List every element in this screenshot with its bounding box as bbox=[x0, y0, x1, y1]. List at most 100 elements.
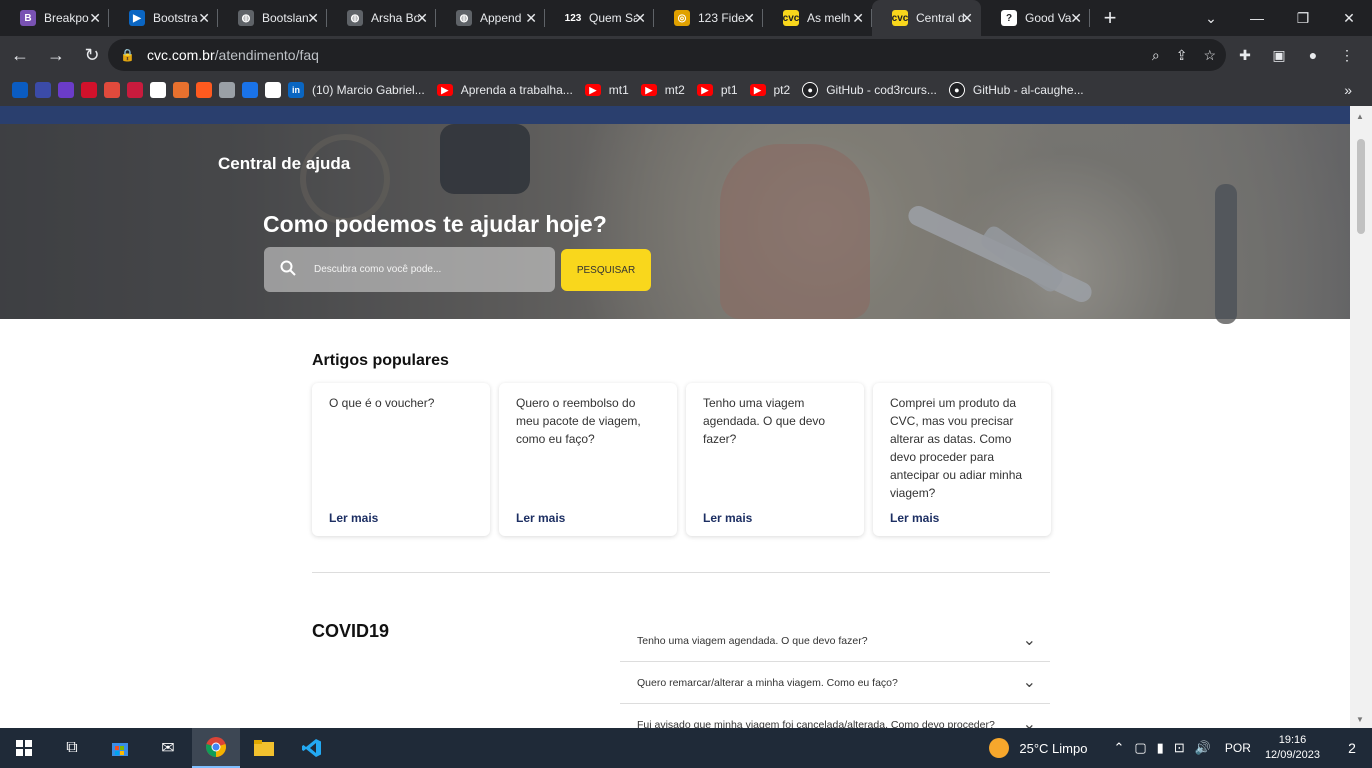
share-icon[interactable]: ⇪ bbox=[1176, 47, 1188, 64]
browser-tab[interactable]: ◍ Bootslan ✕ bbox=[218, 0, 327, 36]
bookmark-item[interactable] bbox=[12, 82, 28, 98]
menu-icon[interactable]: ⋮ bbox=[1334, 39, 1360, 71]
start-icon[interactable] bbox=[0, 728, 48, 768]
read-more-link[interactable]: Ler mais bbox=[890, 511, 939, 525]
browser-tab[interactable]: ◍ Arsha Bo ✕ bbox=[327, 0, 436, 36]
chevron-down-icon[interactable]: ⌄ bbox=[1023, 630, 1036, 650]
mail-icon[interactable]: ✉ bbox=[144, 728, 192, 768]
profile-icon[interactable]: ● bbox=[1300, 39, 1326, 71]
address-bar[interactable]: 🔒 cvc.com.br/atendimento/faq ⌕ ⇪ ☆ bbox=[108, 39, 1226, 71]
new-tab-button[interactable]: + bbox=[1090, 0, 1130, 36]
network-icon[interactable]: ⊡ bbox=[1174, 740, 1185, 756]
clock[interactable]: 19:16 12/09/2023 bbox=[1265, 733, 1320, 763]
article-card[interactable]: O que é o voucher? Ler mais bbox=[312, 383, 490, 536]
reload-button[interactable]: ↻ bbox=[76, 39, 108, 71]
weather-widget[interactable]: 25°C Limpo bbox=[989, 738, 1087, 758]
back-button[interactable]: ← bbox=[4, 39, 36, 71]
close-window-button[interactable]: ✕ bbox=[1326, 0, 1372, 36]
read-more-link[interactable]: Ler mais bbox=[329, 511, 378, 525]
meet-icon[interactable]: ▢ bbox=[1134, 740, 1146, 756]
scrollbar-thumb[interactable] bbox=[1357, 139, 1365, 234]
bookmark-item[interactable]: in (10) Marcio Gabriel... bbox=[288, 82, 425, 98]
tab-close-icon[interactable]: ✕ bbox=[416, 10, 428, 27]
chevron-up-icon[interactable]: ⌃ bbox=[1113, 740, 1124, 756]
faq-item[interactable]: Tenho uma viagem agendada. O que devo fa… bbox=[620, 620, 1050, 662]
read-more-link[interactable]: Ler mais bbox=[516, 511, 565, 525]
browser-tab[interactable]: cvc As melh ✕ bbox=[763, 0, 872, 36]
bookmark-item[interactable] bbox=[35, 82, 51, 98]
vscode-icon[interactable] bbox=[288, 728, 336, 768]
page-scrollbar[interactable]: ▲ ▼ bbox=[1350, 106, 1372, 728]
bookmark-item[interactable] bbox=[219, 82, 235, 98]
article-card[interactable]: Quero o reembolso do meu pacote de viage… bbox=[499, 383, 677, 536]
bookmark-item[interactable]: ▶ pt2 bbox=[749, 83, 790, 97]
task-view-icon[interactable]: ⧉ bbox=[48, 728, 96, 768]
tab-close-icon[interactable]: ✕ bbox=[307, 10, 319, 27]
browser-tab[interactable]: 123 Quem Sa ✕ bbox=[545, 0, 654, 36]
bookmark-item[interactable] bbox=[104, 82, 120, 98]
tab-search-icon[interactable]: ⌄ bbox=[1188, 0, 1234, 36]
side-panel-icon[interactable]: ▣ bbox=[1266, 39, 1292, 71]
tab-close-icon[interactable]: ✕ bbox=[961, 10, 973, 27]
bookmark-item[interactable] bbox=[127, 82, 143, 98]
tab-favicon-icon: cvc bbox=[783, 10, 799, 26]
help-center-label: Central de ajuda bbox=[218, 154, 351, 173]
browser-tab[interactable]: B Breakpo ✕ bbox=[0, 0, 109, 36]
bookmark-item[interactable] bbox=[242, 82, 258, 98]
bookmark-item[interactable]: ▶ Aprenda a trabalha... bbox=[436, 83, 573, 97]
tab-close-icon[interactable]: ✕ bbox=[525, 10, 537, 27]
tab-close-icon[interactable]: ✕ bbox=[634, 10, 646, 27]
search-input[interactable] bbox=[314, 264, 534, 275]
article-card[interactable]: Tenho uma viagem agendada. O que devo fa… bbox=[686, 383, 864, 536]
tab-close-icon[interactable]: ✕ bbox=[743, 10, 755, 27]
minimize-button[interactable]: — bbox=[1234, 0, 1280, 36]
tab-favicon-icon: ◍ bbox=[456, 10, 472, 26]
file-explorer-icon[interactable] bbox=[240, 728, 288, 768]
language-indicator[interactable]: POR bbox=[1225, 741, 1251, 755]
browser-tab[interactable]: ▶ Bootstra ✕ bbox=[109, 0, 218, 36]
bookmark-item[interactable] bbox=[265, 82, 281, 98]
notifications-icon[interactable]: 2 bbox=[1338, 740, 1366, 756]
faq-item[interactable]: Quero remarcar/alterar a minha viagem. C… bbox=[620, 662, 1050, 704]
zoom-icon[interactable]: ⌕ bbox=[1152, 47, 1160, 64]
forward-button[interactable]: → bbox=[40, 39, 72, 71]
browser-tab[interactable]: cvc Central d ✕ bbox=[872, 0, 981, 36]
bookmarks-overflow-icon[interactable]: » bbox=[1344, 82, 1352, 98]
usb-icon[interactable]: ▮ bbox=[1157, 740, 1164, 756]
scroll-up-icon[interactable]: ▲ bbox=[1356, 112, 1364, 121]
bookmark-item[interactable]: ▶ pt1 bbox=[696, 83, 738, 97]
bookmark-favicon-icon: ● bbox=[948, 82, 965, 98]
store-icon[interactable] bbox=[96, 728, 144, 768]
bookmark-star-icon[interactable]: ☆ bbox=[1203, 47, 1216, 64]
extensions-icon[interactable]: ✚ bbox=[1232, 39, 1258, 71]
tab-close-icon[interactable]: ✕ bbox=[89, 10, 101, 27]
browser-tab[interactable]: ◍ Append ✕ bbox=[436, 0, 545, 36]
bookmark-item[interactable]: ● GitHub - cod3rcurs... bbox=[802, 82, 937, 98]
browser-tab[interactable]: ◎ 123 Fide ✕ bbox=[654, 0, 763, 36]
tab-close-icon[interactable]: ✕ bbox=[1070, 10, 1082, 27]
faq-item[interactable]: Fui avisado que minha viagem foi cancela… bbox=[620, 704, 1050, 728]
article-card[interactable]: Comprei um produto da CVC, mas vou preci… bbox=[873, 383, 1051, 536]
restore-button[interactable]: ❐ bbox=[1280, 0, 1326, 36]
bookmark-item[interactable]: ▶ mt2 bbox=[640, 83, 685, 97]
read-more-link[interactable]: Ler mais bbox=[703, 511, 752, 525]
article-question: Quero o reembolso do meu pacote de viage… bbox=[516, 396, 641, 446]
chevron-down-icon[interactable]: ⌄ bbox=[1023, 672, 1036, 692]
browser-tab[interactable]: ? Good Va ✕ bbox=[981, 0, 1090, 36]
bookmark-item[interactable]: ▶ mt1 bbox=[584, 83, 629, 97]
bookmark-item[interactable] bbox=[150, 82, 166, 98]
bookmark-item[interactable] bbox=[173, 82, 189, 98]
bookmark-item[interactable] bbox=[81, 82, 97, 98]
volume-icon[interactable]: 🔊 bbox=[1195, 740, 1211, 756]
bookmark-item[interactable] bbox=[196, 82, 212, 98]
search-button[interactable]: PESQUISAR bbox=[561, 249, 651, 291]
chrome-icon[interactable] bbox=[192, 728, 240, 768]
tab-close-icon[interactable]: ✕ bbox=[852, 10, 864, 27]
faq-question: Tenho uma viagem agendada. O que devo fa… bbox=[637, 634, 868, 647]
bookmark-favicon-icon bbox=[242, 82, 258, 98]
chevron-down-icon[interactable]: ⌄ bbox=[1023, 714, 1036, 728]
scroll-down-icon[interactable]: ▼ bbox=[1356, 715, 1364, 724]
bookmark-item[interactable]: ● GitHub - al-caughe... bbox=[948, 82, 1084, 98]
bookmark-item[interactable] bbox=[58, 82, 74, 98]
tab-close-icon[interactable]: ✕ bbox=[198, 10, 210, 27]
